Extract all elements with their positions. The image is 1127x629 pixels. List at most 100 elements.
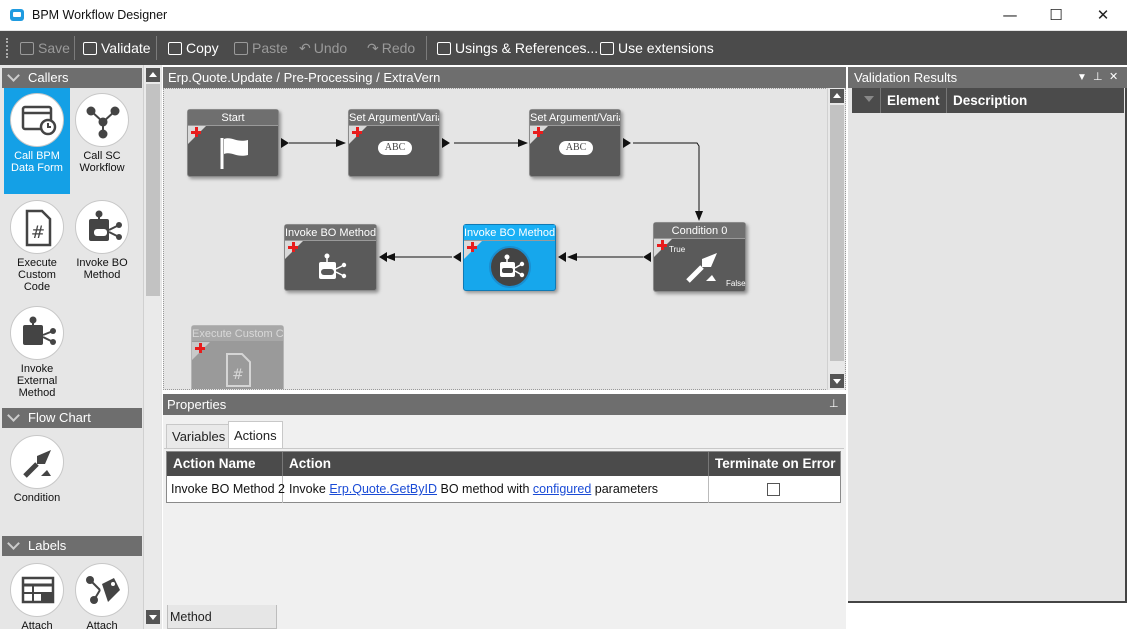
toolbar-separator (426, 36, 427, 60)
attach-table-icon (10, 563, 64, 617)
tab-variables[interactable]: Variables (166, 424, 232, 448)
flowchart-group-header[interactable]: Flow Chart (2, 408, 142, 428)
condition-icon (10, 435, 64, 489)
tab-actions[interactable]: Actions (228, 421, 283, 449)
output-pin-true[interactable] (643, 252, 651, 262)
chevron-down-icon (8, 71, 20, 83)
data-form-icon (10, 93, 64, 147)
output-pin[interactable] (623, 138, 631, 148)
bo-method-icon (75, 200, 129, 254)
node-condition-0[interactable]: Condition 0 True False (653, 222, 746, 292)
tab-method-parameters[interactable]: Method parameters (167, 605, 277, 629)
properties-header: Properties ⊥ (163, 394, 846, 415)
output-pin[interactable] (442, 138, 450, 148)
minimize-button[interactable]: — (987, 0, 1033, 31)
plus-icon[interactable] (467, 242, 477, 252)
usings-references-button[interactable]: Usings & References... (437, 31, 598, 65)
cell-action-name[interactable]: Invoke BO Method 2 (167, 476, 285, 503)
scroll-up-button[interactable] (830, 89, 844, 103)
cell-terminate-on-error (709, 476, 840, 503)
column-header-terminate-on-error[interactable]: Terminate on Error (709, 452, 840, 476)
toolbar-separator (74, 36, 75, 60)
copy-button[interactable]: Copy (168, 31, 219, 65)
callers-group-header[interactable]: Callers (2, 68, 142, 88)
input-pin[interactable] (453, 252, 461, 262)
canvas-scroll-thumb[interactable] (830, 105, 844, 361)
tool-invoke-external-method[interactable]: Invoke External Method (4, 301, 70, 407)
scroll-down-button[interactable] (830, 374, 844, 388)
tool-invoke-bo-method[interactable]: Invoke BO Method (69, 195, 135, 301)
toolbar: Save Validate Copy Paste ↶ Undo ↷ Redo Usi… (0, 31, 1127, 65)
node-invoke-bo-method[interactable]: Invoke BO Method (284, 224, 377, 291)
chevron-down-icon (8, 539, 20, 551)
custom-code-icon: # (10, 200, 64, 254)
validate-button[interactable]: Validate (83, 31, 151, 65)
save-icon (20, 42, 34, 55)
node-set-argument-2[interactable]: Set Argument/Variable ABC (529, 109, 621, 177)
terminate-on-error-checkbox[interactable] (767, 483, 780, 496)
use-extensions-button[interactable]: Use extensions (600, 31, 714, 65)
tool-attach-table[interactable]: Attach (4, 558, 70, 629)
undo-icon: ↶ (299, 40, 311, 56)
undo-button[interactable]: ↶ Undo (299, 31, 347, 65)
plus-icon[interactable] (533, 127, 543, 137)
close-panel-icon[interactable]: ✕ (1109, 67, 1118, 88)
plus-icon[interactable] (191, 127, 201, 137)
toolbar-grip[interactable] (6, 38, 9, 58)
pin-icon[interactable]: ⊥ (1093, 67, 1103, 88)
canvas-scrollbar[interactable] (827, 88, 845, 390)
plus-icon[interactable] (352, 127, 362, 137)
validation-grid-header: Element Description (852, 88, 1124, 113)
save-button[interactable]: Save (20, 31, 70, 65)
maximize-button[interactable]: ☐ (1033, 0, 1079, 31)
paste-button[interactable]: Paste (234, 31, 288, 65)
app-icon (10, 9, 24, 21)
tool-call-bpm-data-form[interactable]: Call BPM Data Form (4, 88, 70, 194)
tool-condition[interactable]: Condition (4, 430, 70, 510)
cell-action: Invoke Erp.Quote.GetByID BO method with … (283, 476, 709, 503)
title-bar: BPM Workflow Designer — ☐ ✕ (0, 0, 1127, 31)
tool-call-sc-workflow[interactable]: Call SC Workflow (69, 88, 135, 194)
node-start[interactable]: Start (187, 109, 279, 177)
output-pin[interactable] (281, 138, 289, 148)
svg-text:#: # (232, 367, 244, 383)
node-invoke-bo-method-selected[interactable]: Invoke BO Method (463, 224, 556, 291)
scroll-down-button[interactable] (146, 610, 160, 624)
bo-method-link[interactable]: Erp.Quote.GetByID (329, 482, 437, 496)
close-button[interactable]: ✕ (1080, 0, 1126, 31)
bo-method-icon (319, 253, 347, 279)
workflow-canvas[interactable]: Start Set Argument/Variable ABC Set Argu… (163, 88, 846, 390)
dropdown-icon[interactable]: ▼ (1077, 67, 1087, 88)
column-header-description[interactable]: Description (946, 88, 1124, 113)
tool-execute-custom-code[interactable]: # Execute Custom Code (4, 195, 70, 301)
scroll-up-button[interactable] (146, 68, 160, 82)
output-pin[interactable] (558, 252, 566, 262)
toolbox-scrollbar[interactable] (143, 65, 161, 629)
validation-results-header: Validation Results ▼ ⊥ ✕ (848, 67, 1127, 88)
labels-group-header[interactable]: Labels (2, 536, 142, 556)
attach-tag-icon (75, 563, 129, 617)
node-execute-custom-code[interactable]: Execute Custom Code # (191, 325, 284, 389)
plus-icon[interactable] (195, 343, 205, 353)
expand-icon[interactable] (864, 96, 874, 102)
external-method-icon (10, 306, 64, 360)
plus-icon[interactable] (288, 242, 298, 252)
node-set-argument-1[interactable]: Set Argument/Variable ABC (348, 109, 440, 177)
toolbox-scroll-thumb[interactable] (146, 84, 160, 296)
tool-attach-tag[interactable]: Attach (69, 558, 135, 629)
pin-icon[interactable]: ⊥ (829, 394, 839, 415)
configured-parameters-link[interactable]: configured (533, 482, 591, 496)
redo-button[interactable]: ↷ Redo (367, 31, 415, 65)
column-header-action-name[interactable]: Action Name (167, 452, 283, 476)
condition-false-label: False (726, 279, 746, 288)
column-header-element[interactable]: Element (880, 88, 946, 113)
references-icon (437, 42, 451, 55)
output-pin[interactable] (379, 252, 387, 262)
toolbox-panel: Callers Call BPM Data Form Call SC Workf… (0, 65, 162, 629)
abc-icon: ABC (559, 141, 593, 155)
plus-icon[interactable] (657, 240, 667, 250)
column-header-action[interactable]: Action (283, 452, 709, 476)
custom-code-icon: # (226, 353, 251, 387)
extensions-icon (600, 42, 614, 55)
actions-grid: Action Name Action Terminate on Error In… (166, 451, 841, 503)
